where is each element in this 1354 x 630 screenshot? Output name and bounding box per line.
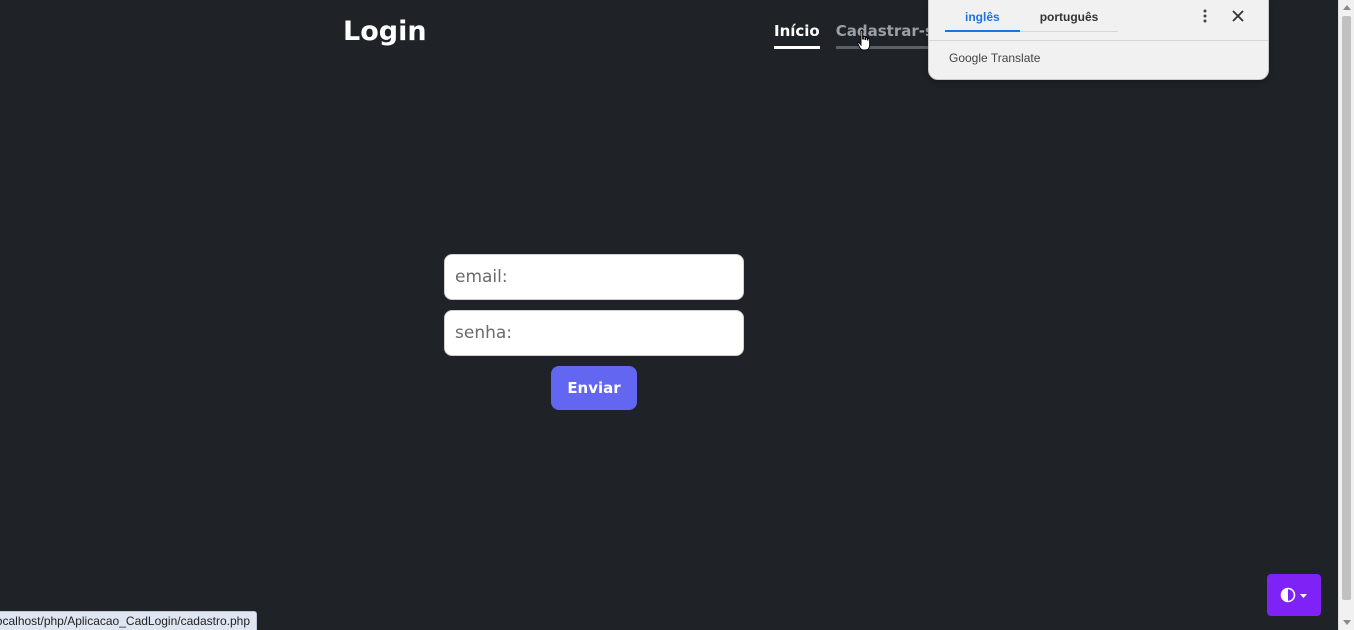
nav-item-inicio[interactable]: Início — [774, 22, 820, 49]
login-form: Enviar — [444, 254, 744, 410]
status-url-text: localhost/php/Aplicacao_CadLogin/cadastr… — [0, 614, 250, 628]
page-title: Login — [343, 16, 427, 47]
status-bar-url: localhost/php/Aplicacao_CadLogin/cadastr… — [0, 611, 257, 630]
password-input[interactable] — [444, 310, 744, 356]
google-translate-popup: inglês português Google Translate — [928, 0, 1269, 80]
translate-language-tabs: inglês português — [945, 0, 1119, 32]
submit-button[interactable]: Enviar — [551, 366, 637, 410]
tab-ingles[interactable]: inglês — [945, 0, 1020, 32]
theme-toggle-button[interactable] — [1267, 574, 1321, 616]
page: Login Início Cadastrar-se Enviar inglês … — [0, 0, 1354, 630]
vertical-scrollbar[interactable] — [1338, 0, 1354, 630]
close-icon[interactable] — [1230, 8, 1246, 24]
more-vert-icon[interactable] — [1197, 8, 1213, 24]
google-translate-brand: Google Translate — [949, 51, 1041, 65]
scroll-down-arrow-icon[interactable] — [1343, 620, 1351, 625]
divider — [929, 40, 1268, 41]
email-input[interactable] — [444, 254, 744, 300]
hand-cursor-icon — [857, 30, 871, 51]
contrast-icon — [1280, 587, 1296, 603]
scroll-thumb[interactable] — [1342, 16, 1351, 600]
tab-portugues[interactable]: português — [1019, 0, 1119, 32]
caret-down-icon — [1300, 593, 1307, 598]
scroll-up-arrow-icon[interactable] — [1343, 5, 1351, 10]
